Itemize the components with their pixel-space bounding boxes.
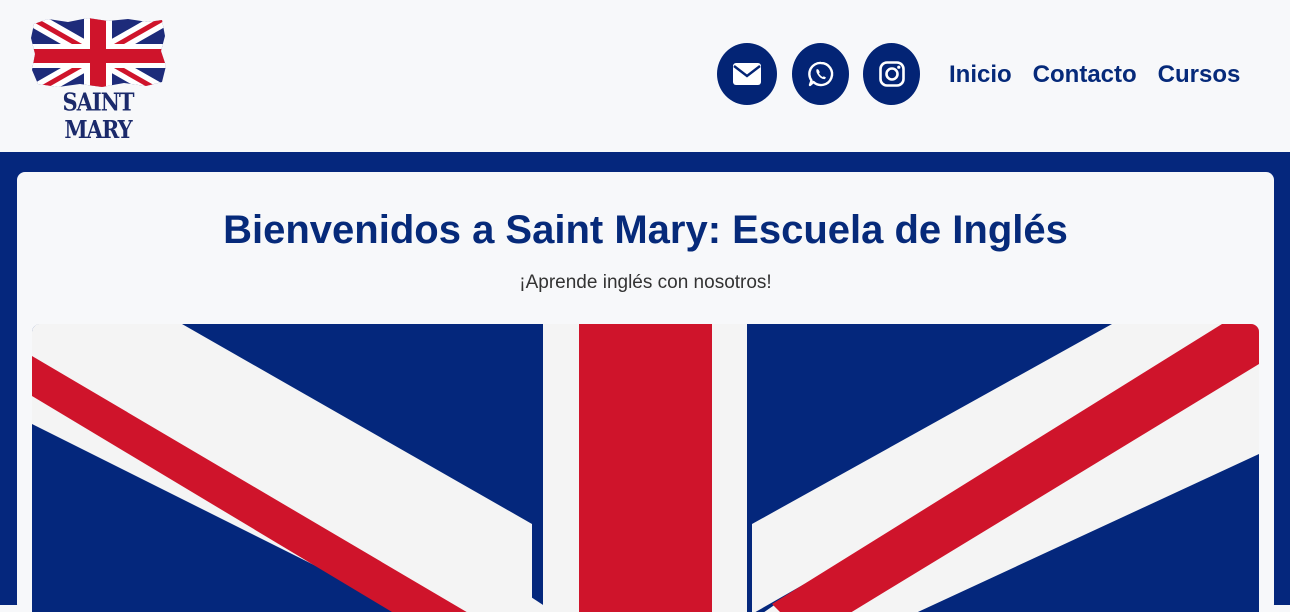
main-nav: Inicio Contacto Cursos xyxy=(949,60,1240,90)
whatsapp-icon xyxy=(807,61,833,87)
logo-text: SAINT MARY xyxy=(62,87,134,144)
site-header: SAINT MARY Inicio Contacto Cursos xyxy=(0,0,1290,152)
nav-link-inicio[interactable]: Inicio xyxy=(949,60,1012,90)
whatsapp-button[interactable] xyxy=(792,43,849,105)
site-logo[interactable]: SAINT MARY xyxy=(28,16,168,143)
union-jack-logo-icon xyxy=(31,18,166,87)
envelope-icon xyxy=(733,63,761,85)
instagram-button[interactable] xyxy=(863,43,920,105)
page-subtitle: ¡Aprende inglés con nosotros! xyxy=(519,272,772,293)
email-button[interactable] xyxy=(717,43,777,105)
welcome-card: Bienvenidos a Saint Mary: Escuela de Ing… xyxy=(17,172,1274,612)
nav-link-cursos[interactable]: Cursos xyxy=(1158,60,1241,90)
page-title: Bienvenidos a Saint Mary: Escuela de Ing… xyxy=(223,208,1068,252)
nav-link-contacto[interactable]: Contacto xyxy=(1033,60,1137,90)
hero-image xyxy=(32,324,1259,612)
instagram-icon xyxy=(878,61,905,87)
union-jack-flag-image xyxy=(32,324,1259,612)
